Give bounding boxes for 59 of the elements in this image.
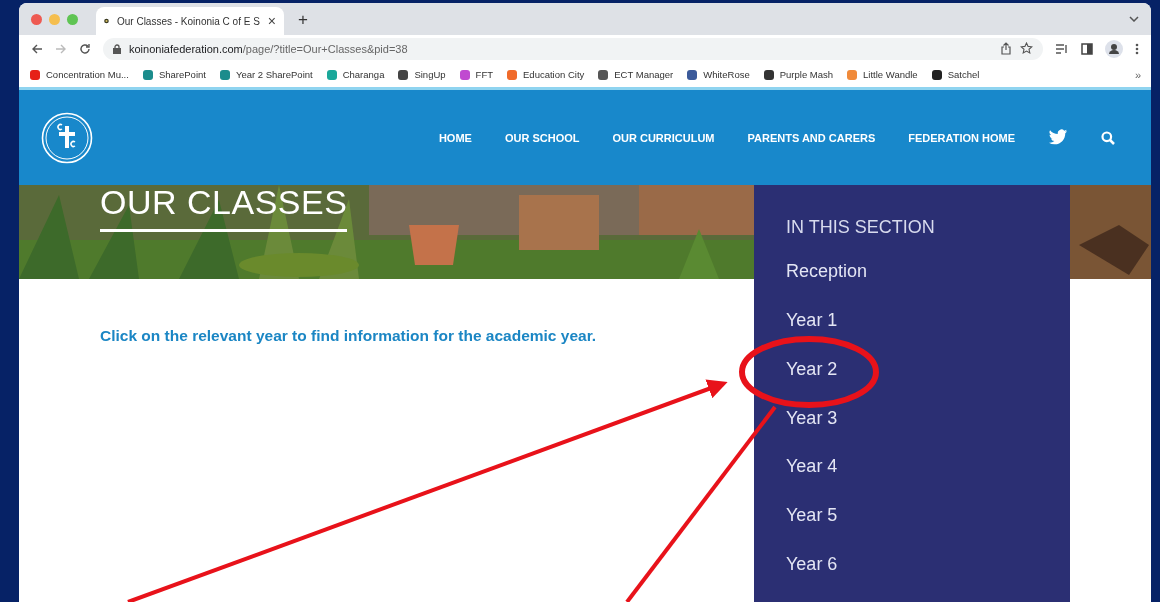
search-icon[interactable]: [1101, 130, 1115, 145]
browser-tab[interactable]: Our Classes - Koinonia C of E S ×: [96, 7, 284, 35]
section-link[interactable]: Reception: [786, 260, 1070, 309]
bookmark-icon: [218, 68, 231, 81]
bookmark-icon: [762, 68, 775, 81]
bookmark-icon: [325, 68, 338, 81]
section-link[interactable]: Year 4: [786, 455, 1070, 505]
bookmark-icon: [506, 68, 518, 81]
bookmark[interactable]: Satchel: [930, 68, 980, 81]
bird-icon[interactable]: [1048, 129, 1068, 146]
reload-icon[interactable]: [79, 42, 91, 55]
bookmark[interactable]: Education City: [506, 68, 585, 81]
nav-link[interactable]: OUR SCHOOL: [504, 131, 580, 144]
section-link[interactable]: Year 1: [786, 308, 1070, 358]
lock-icon: [113, 43, 121, 54]
bookmark[interactable]: SingUp: [397, 68, 446, 81]
bookmark[interactable]: Charanga: [325, 68, 385, 81]
section-link[interactable]: Year 2: [786, 357, 1070, 407]
chevron-down-icon[interactable]: [1129, 16, 1139, 22]
close-window-icon[interactable]: [31, 13, 42, 25]
bookmark-icon: [930, 68, 943, 81]
bookmark[interactable]: FFT: [458, 68, 493, 81]
tab-title: Our Classes - Koinonia C of E S: [116, 15, 260, 27]
menu-icon[interactable]: [1135, 42, 1139, 55]
profile-icon[interactable]: [1105, 39, 1123, 58]
bookmark-icon: [846, 68, 859, 81]
bookmark-icon: [458, 68, 471, 81]
nav-link[interactable]: OUR CURRICULUM: [612, 131, 715, 144]
bookmark[interactable]: WhiteRose: [686, 68, 750, 81]
intro-text: Click on the relevant year to find information for the academic year.: [100, 327, 598, 345]
bookmark[interactable]: Concentration Mu...: [29, 68, 129, 81]
star-icon[interactable]: [1020, 42, 1033, 55]
bookmark[interactable]: Little Wandle: [846, 68, 918, 81]
section-link[interactable]: Year 5: [786, 504, 1070, 554]
bookmark-icon: [597, 68, 610, 81]
nav-link[interactable]: PARENTS AND CARERS: [747, 131, 876, 144]
school-logo-icon[interactable]: [41, 111, 93, 164]
bookmark-icon: [141, 68, 154, 81]
bookmark-icon: [686, 68, 699, 81]
side-panel-icon[interactable]: [1081, 42, 1093, 55]
nav-link[interactable]: FEDERATION HOME: [908, 131, 1015, 144]
more-bookmarks-button[interactable]: »: [1134, 68, 1141, 81]
section-link[interactable]: Year 6: [786, 553, 1070, 602]
section-heading: IN THIS SECTION: [786, 216, 936, 239]
nav-link[interactable]: HOME: [438, 131, 472, 144]
bookmark-icon: [397, 68, 410, 81]
back-icon[interactable]: [31, 42, 43, 55]
bookmark[interactable]: SharePoint: [141, 68, 206, 81]
bookmark[interactable]: Purple Mash: [762, 68, 834, 81]
page-title: OUR CLASSES: [100, 185, 348, 232]
bookmark[interactable]: Year 2 SharePoint: [218, 68, 313, 81]
playlist-icon[interactable]: [1055, 42, 1069, 55]
new-tab-button[interactable]: +: [298, 10, 308, 30]
address-field[interactable]: koinoniafederation.com/page/?title=Our+Classes&pid=38: [103, 37, 1043, 60]
bookmark[interactable]: ECT Manager: [597, 68, 674, 81]
close-tab-button[interactable]: ×: [267, 13, 276, 29]
section-link[interactable]: Year 3: [786, 406, 1070, 456]
bookmark-icon: [29, 68, 41, 81]
share-icon[interactable]: [1000, 42, 1012, 55]
